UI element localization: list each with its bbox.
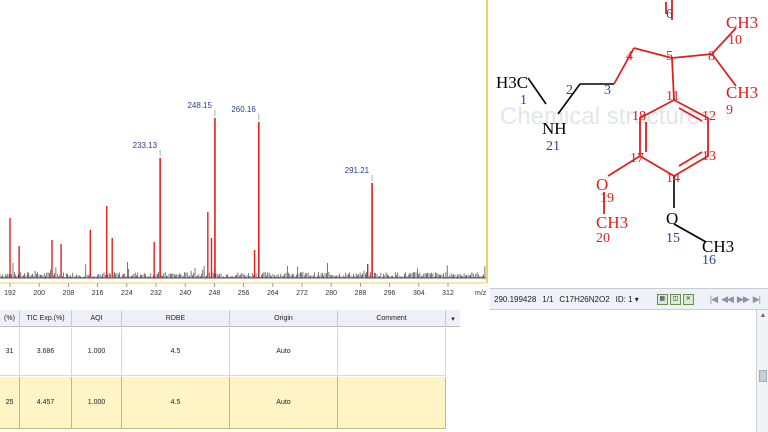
structure-view-icon[interactable]: ▦ (656, 293, 668, 305)
mass-spectrum-pane[interactable]: 248.15 260.16 233.13 291.21 192 200 208 216 224… (0, 0, 488, 300)
spectrum-plot: 248.15 260.16 233.13 291.21 192 200 208 216 224… (0, 101, 488, 300)
table-cell: 4.5 (122, 377, 230, 429)
ch3-group-top: CH3 (726, 13, 758, 32)
atom-number: 15 (666, 231, 680, 246)
compare-icon[interactable]: ◫ (669, 293, 681, 305)
atom-number: 3 (604, 83, 611, 98)
column-header[interactable]: Comment (338, 310, 446, 327)
atom-number: 5 (666, 49, 673, 64)
atom-number: 2 (566, 83, 573, 98)
last-page-icon[interactable]: ▶| (753, 294, 761, 305)
atom-number: 19 (600, 191, 614, 206)
x-tick-label: 224 (121, 290, 133, 297)
x-tick-label: 280 (325, 290, 337, 297)
atom-number: 21 (546, 139, 560, 154)
x-tick-label: 216 (92, 290, 104, 297)
atom-number: 9 (726, 103, 733, 118)
atom-number: 17 (630, 151, 644, 166)
structure-watermark: Chemical structures (500, 103, 712, 130)
peak-label: 233.13 (133, 141, 158, 150)
results-table: (%) TIC Exp.(%) AQI RDBE Origin Comment … (0, 310, 768, 432)
column-chooser-icon[interactable]: ▾ (446, 310, 460, 327)
atom-number: 6 (666, 7, 673, 22)
oxygen-right: O (666, 209, 678, 228)
peak-label: 260.16 (231, 105, 256, 114)
x-tick-label: 200 (33, 290, 45, 297)
table-cell: 3.686 (20, 328, 72, 376)
ch3-group-left: CH3 (596, 213, 628, 232)
column-header[interactable]: Origin (230, 310, 338, 327)
prev-page-icon[interactable]: ◀◀ (721, 294, 734, 305)
structure-toolbar: 290.199428 1/1 C17H26N2O2 ID: 1 ▾ ▦ ◫ ✕ … (490, 288, 768, 310)
table-row[interactable]: 31 3.686 1.000 4.5 Auto (0, 328, 446, 376)
id-selector[interactable]: ID: 1 ▾ (616, 295, 639, 304)
x-tick-label: 272 (296, 290, 308, 297)
table-cell: 4.5 (122, 328, 230, 376)
x-tick-label: 192 (4, 290, 16, 297)
x-tick-label: 248 (209, 290, 221, 297)
atom-number: 18 (632, 109, 646, 124)
atom-number: 4 (626, 49, 633, 64)
peak-label: 248.15 (187, 101, 212, 110)
x-tick-label: 240 (179, 290, 191, 297)
atom-number: 12 (702, 109, 716, 124)
vertical-scrollbar[interactable]: ▲ (756, 310, 768, 432)
column-header[interactable]: (%) (0, 310, 20, 327)
atom-number: 11 (666, 89, 679, 104)
x-axis-unit: m/z (475, 290, 487, 297)
table-cell: 25 (0, 377, 20, 429)
atom-number: 13 (702, 149, 716, 164)
spectrum-noise (0, 262, 486, 279)
atom-number: 1 (520, 93, 527, 108)
nh-group: NH (542, 119, 567, 138)
structure-pane[interactable]: Chemical structures CH3 CH3 H3C NH O CH3… (490, 0, 768, 288)
app-window: 248.15 260.16 233.13 291.21 192 200 208 216 224… (0, 0, 768, 432)
x-tick-label: 296 (384, 290, 396, 297)
peak-label: 291.21 (345, 166, 370, 175)
table-cell[interactable] (338, 377, 446, 429)
x-tick-label: 264 (267, 290, 279, 297)
column-header[interactable]: RDBE (122, 310, 230, 327)
atom-number: 14 (666, 171, 680, 186)
table-cell: 4.457 (20, 377, 72, 429)
x-tick-label: 304 (413, 290, 425, 297)
table-cell: 31 (0, 328, 20, 376)
h3c-group: H3C (496, 73, 528, 92)
atom-number: 8 (708, 49, 715, 64)
chevron-down-icon: ▾ (634, 294, 639, 304)
first-page-icon[interactable]: |◀ (710, 294, 718, 305)
x-tick-label: 232 (150, 290, 162, 297)
mass-value: 290.199428 (494, 294, 537, 304)
chemical-structure: Chemical structures CH3 CH3 H3C NH O CH3… (496, 0, 758, 268)
atom-number: 20 (596, 231, 610, 246)
x-tick-label: 208 (63, 290, 75, 297)
table-cell: 1.000 (72, 328, 122, 376)
formula-value: C17H26N2O2 (559, 294, 610, 304)
table-cell: Auto (230, 377, 338, 429)
id-label: ID: 1 (615, 294, 633, 304)
x-tick-label: 312 (442, 290, 454, 297)
table-header: (%) TIC Exp.(%) AQI RDBE Origin Comment … (0, 310, 460, 327)
table-cell[interactable] (338, 328, 446, 376)
column-header[interactable]: AQI (72, 310, 122, 327)
scroll-up-icon[interactable]: ▲ (757, 312, 768, 319)
scrollbar-thumb[interactable] (759, 370, 767, 382)
atom-number: 16 (702, 253, 716, 268)
x-tick-label: 256 (238, 290, 250, 297)
delete-icon[interactable]: ✕ (682, 293, 694, 305)
table-cell: Auto (230, 328, 338, 376)
next-page-icon[interactable]: ▶▶ (737, 294, 750, 305)
x-tick-label: 288 (355, 290, 367, 297)
page-indicator: 1/1 (542, 294, 554, 304)
table-row-selected[interactable]: 25 4.457 1.000 4.5 Auto (0, 377, 446, 429)
ch3-group-mid: CH3 (726, 83, 758, 102)
atom-number: 10 (728, 33, 742, 48)
column-header[interactable]: TIC Exp.(%) (20, 310, 72, 327)
table-cell: 1.000 (72, 377, 122, 429)
